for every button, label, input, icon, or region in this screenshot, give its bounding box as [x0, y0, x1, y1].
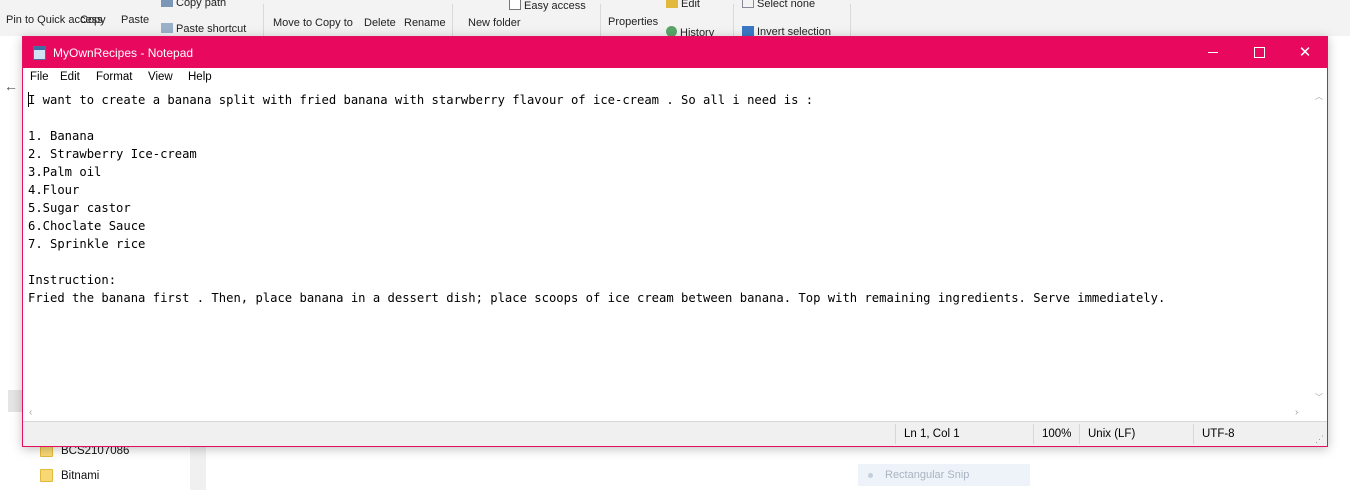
menu-edit[interactable]: Edit	[60, 71, 80, 83]
delete-button[interactable]: Delete	[364, 17, 396, 30]
explorer-nav-highlight	[8, 390, 22, 412]
ribbon-divider	[600, 4, 601, 36]
menu-help[interactable]: Help	[188, 71, 212, 83]
ribbon-divider	[452, 4, 453, 36]
status-divider	[1193, 424, 1194, 444]
easy-access-button[interactable]: Easy access	[509, 0, 586, 13]
properties-button[interactable]: Properties	[608, 16, 658, 29]
text-line: 4.Flour	[28, 183, 80, 197]
notepad-titlebar[interactable]: MyOwnRecipes - Notepad ✕	[23, 37, 1327, 68]
ribbon-divider	[850, 4, 851, 36]
ribbon-divider	[733, 4, 734, 36]
back-arrow-icon[interactable]: ←	[4, 78, 18, 94]
paste-button[interactable]: Paste	[121, 14, 149, 27]
select-none-button[interactable]: Select none	[742, 0, 815, 11]
status-divider	[1079, 424, 1080, 444]
snip-mode-icon	[868, 472, 873, 478]
text-line: Instruction:	[28, 273, 117, 287]
notepad-window: MyOwnRecipes - Notepad ✕ File Edit Forma…	[22, 36, 1328, 447]
copy-to-button[interactable]: Copy to	[315, 17, 353, 30]
horizontal-scrollbar[interactable]: ‹ ›	[23, 405, 1311, 421]
minimize-button[interactable]	[1190, 37, 1236, 68]
resize-grip-icon[interactable]: ⋰	[1315, 434, 1324, 445]
menu-bar: File Edit Format View Help	[23, 68, 1327, 87]
copy-path-icon	[161, 0, 173, 7]
maximize-button[interactable]	[1236, 37, 1282, 68]
scrollbar-corner	[1311, 405, 1327, 421]
easy-access-icon	[509, 0, 521, 10]
text-line: 7. Sprinkle rice	[28, 237, 146, 251]
copy-button[interactable]: Copy	[80, 14, 106, 27]
zoom-level: 100%	[1042, 428, 1072, 440]
menu-view[interactable]: View	[148, 71, 173, 83]
close-button[interactable]: ✕	[1282, 37, 1328, 68]
edit-icon	[666, 0, 678, 8]
paste-shortcut-button[interactable]: Paste shortcut	[161, 23, 246, 36]
status-divider	[1033, 424, 1034, 444]
move-to-button[interactable]: Move to	[273, 17, 312, 30]
text-line: 6.Choclate Sauce	[28, 219, 146, 233]
text-line: 1. Banana	[28, 129, 95, 143]
rename-button[interactable]: Rename	[404, 17, 446, 30]
text-line: 3.Palm oil	[28, 165, 102, 179]
cursor-position: Ln 1, Col 1	[904, 428, 960, 440]
text-line: I want to create a banana split with fri…	[28, 93, 814, 107]
history-button[interactable]: History	[666, 26, 714, 36]
vertical-scrollbar[interactable]: ︿ ﹀	[1311, 87, 1327, 405]
text-line: 2. Strawberry Ice-cream	[28, 147, 197, 161]
scroll-down-icon[interactable]: ﹀	[1315, 392, 1323, 403]
scroll-left-icon[interactable]: ‹	[29, 407, 32, 418]
scroll-up-icon[interactable]: ︿	[1315, 91, 1323, 102]
minimize-icon	[1208, 52, 1218, 53]
text-line: 5.Sugar castor	[28, 201, 131, 215]
close-icon: ✕	[1298, 44, 1312, 61]
invert-selection-button[interactable]: Invert selection	[742, 26, 831, 36]
encoding: UTF-8	[1202, 428, 1235, 440]
folder-icon	[40, 469, 53, 482]
history-icon	[666, 26, 677, 36]
invert-selection-icon	[742, 26, 754, 36]
menu-format[interactable]: Format	[96, 71, 132, 83]
status-divider	[895, 424, 896, 444]
copy-path-button[interactable]: Copy path	[161, 0, 226, 10]
window-title: MyOwnRecipes - Notepad	[53, 46, 194, 60]
edit-button[interactable]: Edit	[666, 0, 700, 11]
rectangular-snip-option[interactable]: Rectangular Snip	[858, 464, 1030, 486]
explorer-ribbon: Pin to Quick access Copy Paste Copy path…	[0, 0, 1350, 36]
paste-shortcut-icon	[161, 23, 173, 33]
folder-item[interactable]: Bitnami	[40, 469, 99, 482]
text-line: Fried the banana first . Then, place ban…	[28, 291, 1166, 305]
scroll-right-icon[interactable]: ›	[1295, 407, 1298, 418]
new-folder-button[interactable]: New folder	[468, 17, 521, 30]
notepad-app-icon	[33, 46, 46, 60]
select-none-icon	[742, 0, 754, 8]
status-bar: Ln 1, Col 1 100% Unix (LF) UTF-8 ⋰	[23, 421, 1327, 446]
text-editor-area[interactable]: I want to create a banana split with fri…	[23, 87, 1311, 405]
ribbon-divider	[263, 4, 264, 36]
maximize-icon	[1253, 47, 1265, 58]
menu-file[interactable]: File	[30, 71, 49, 83]
line-ending: Unix (LF)	[1088, 428, 1136, 440]
